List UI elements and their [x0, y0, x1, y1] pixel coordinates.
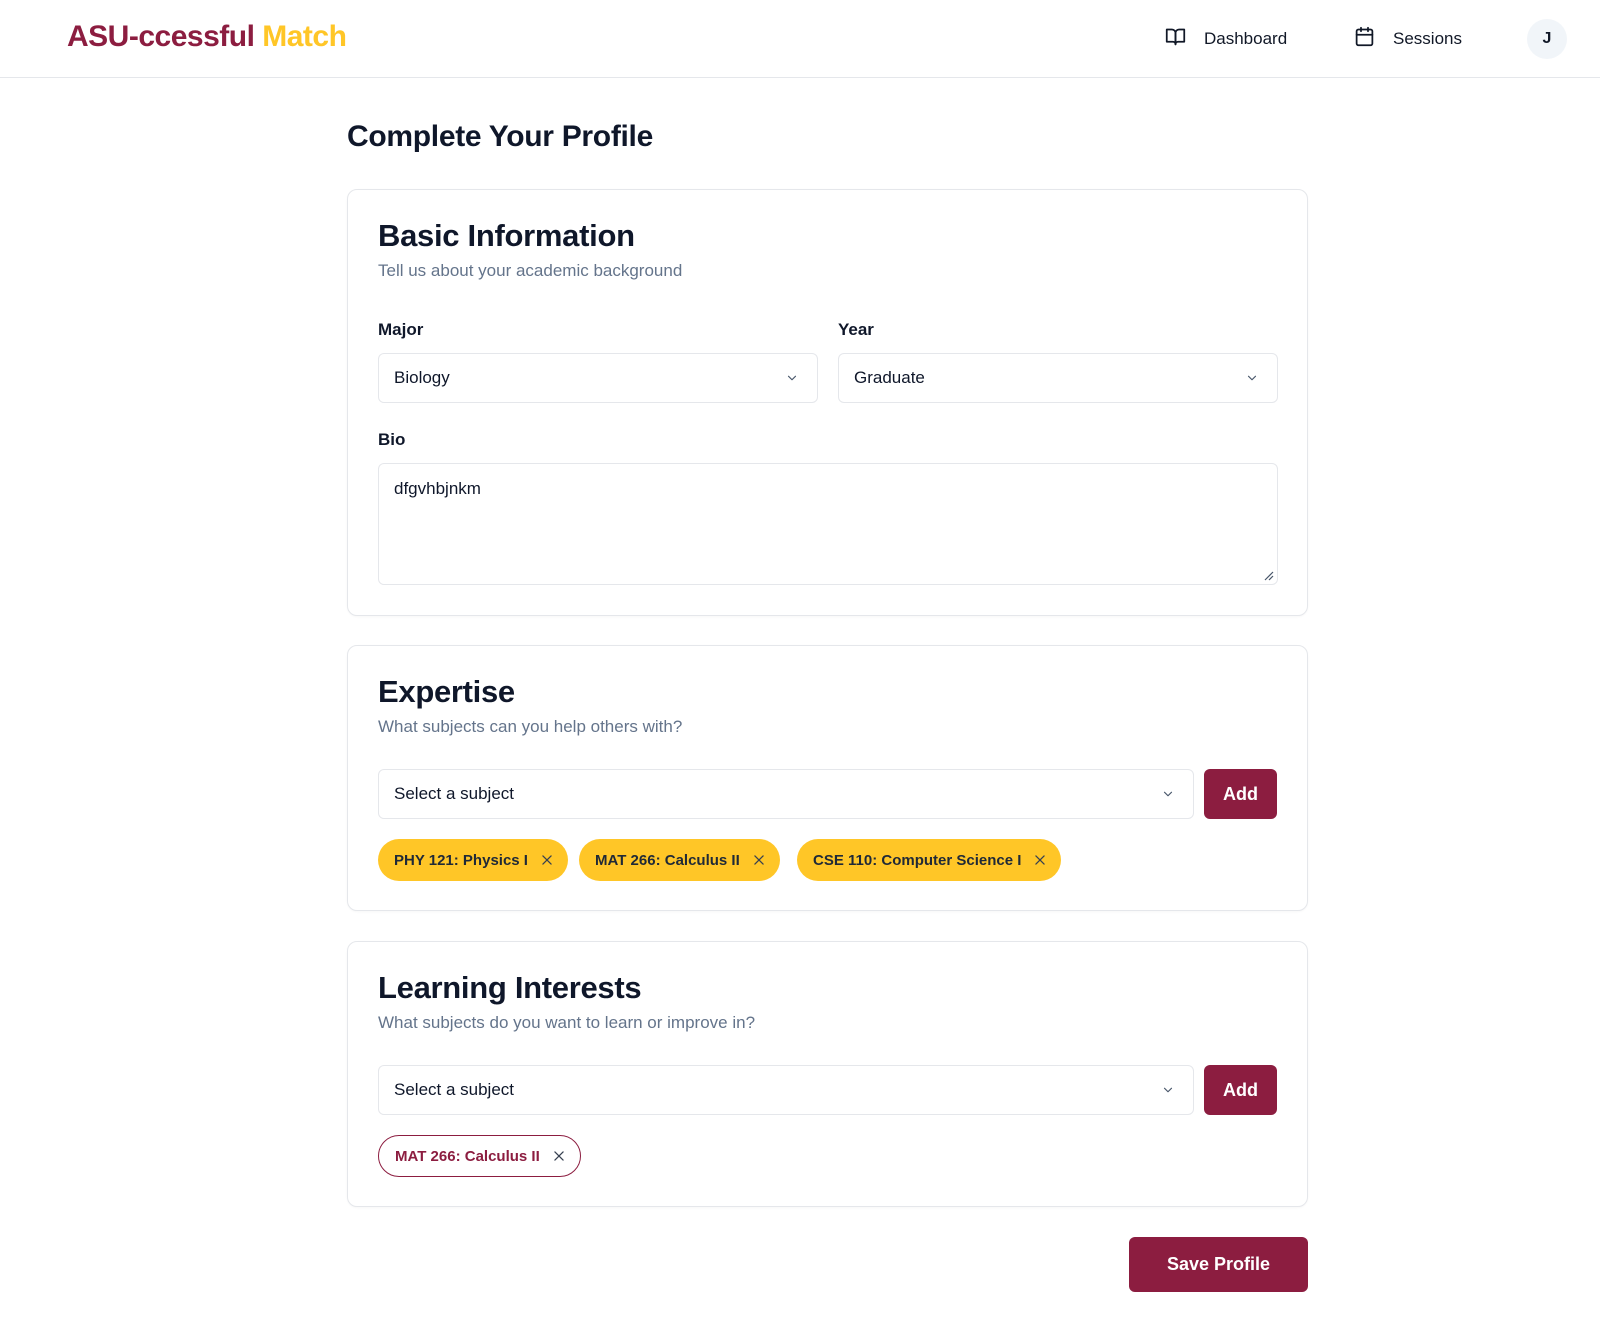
learning-add-button[interactable]: Add	[1204, 1065, 1277, 1115]
major-value: Biology	[394, 368, 450, 387]
remove-chip-icon[interactable]	[1033, 853, 1047, 867]
calendar-icon	[1354, 26, 1375, 52]
learning-interests-card: Learning Interests What subjects do you …	[347, 941, 1308, 1207]
expertise-chip: PHY 121: Physics I	[378, 839, 568, 881]
expertise-title: Expertise	[378, 674, 515, 709]
nav-dashboard-link[interactable]: Dashboard	[1165, 26, 1287, 52]
learning-chip: MAT 266: Calculus II	[378, 1135, 581, 1177]
learning-title: Learning Interests	[378, 970, 642, 1005]
learning-description: What subjects do you want to learn or im…	[378, 1013, 756, 1032]
nav-sessions-label: Sessions	[1393, 29, 1462, 48]
remove-chip-icon[interactable]	[752, 853, 766, 867]
expertise-description: What subjects can you help others with?	[378, 717, 683, 736]
learning-chip-label: MAT 266: Calculus II	[395, 1147, 540, 1165]
resize-handle-icon[interactable]	[1262, 569, 1274, 581]
remove-chip-icon[interactable]	[552, 1149, 566, 1163]
top-navbar: ASU-ccessful Match Dashboard Sessions J	[0, 0, 1600, 78]
bio-value: dfgvhbjnkm	[394, 479, 481, 498]
chevron-down-icon	[1247, 375, 1257, 381]
major-label: Major	[378, 320, 424, 339]
remove-chip-icon[interactable]	[540, 853, 554, 867]
learning-select-placeholder: Select a subject	[394, 1080, 515, 1099]
expertise-chip-label: PHY 121: Physics I	[394, 851, 528, 869]
expertise-chip: MAT 266: Calculus II	[579, 839, 780, 881]
nav-dashboard-label: Dashboard	[1204, 29, 1288, 48]
page-title: Complete Your Profile	[347, 120, 653, 153]
nav-sessions-link[interactable]: Sessions	[1354, 26, 1462, 52]
year-select[interactable]: Graduate	[838, 353, 1278, 403]
chevron-down-icon	[1163, 791, 1173, 797]
expertise-select-placeholder: Select a subject	[394, 784, 515, 803]
expertise-chip-label: MAT 266: Calculus II	[595, 851, 740, 869]
expertise-subject-select[interactable]: Select a subject	[378, 769, 1194, 819]
book-open-icon	[1165, 26, 1186, 52]
brand-logo[interactable]: ASU-ccessful Match	[67, 20, 347, 54]
expertise-chip-label: CSE 110: Computer Science I	[813, 851, 1022, 869]
chevron-down-icon	[787, 375, 797, 381]
basic-information-card: Basic Information Tell us about your aca…	[347, 189, 1308, 616]
expertise-chip: CSE 110: Computer Science I	[797, 839, 1062, 881]
learning-subject-select[interactable]: Select a subject	[378, 1065, 1194, 1115]
year-value: Graduate	[854, 368, 925, 387]
brand-part-2: Match	[262, 20, 347, 53]
bio-textarea[interactable]: dfgvhbjnkm	[378, 463, 1278, 585]
brand-part-1: ASU-ccessful	[67, 20, 255, 53]
expertise-add-button[interactable]: Add	[1204, 769, 1277, 819]
expertise-card: Expertise What subjects can you help oth…	[347, 645, 1308, 911]
save-profile-button[interactable]: Save Profile	[1129, 1237, 1308, 1292]
bio-label: Bio	[378, 430, 406, 449]
chevron-down-icon	[1163, 1087, 1173, 1093]
major-select[interactable]: Biology	[378, 353, 818, 403]
basic-info-description: Tell us about your academic background	[378, 261, 683, 280]
user-avatar[interactable]: J	[1527, 19, 1567, 59]
year-label: Year	[838, 320, 874, 339]
basic-info-title: Basic Information	[378, 218, 635, 253]
